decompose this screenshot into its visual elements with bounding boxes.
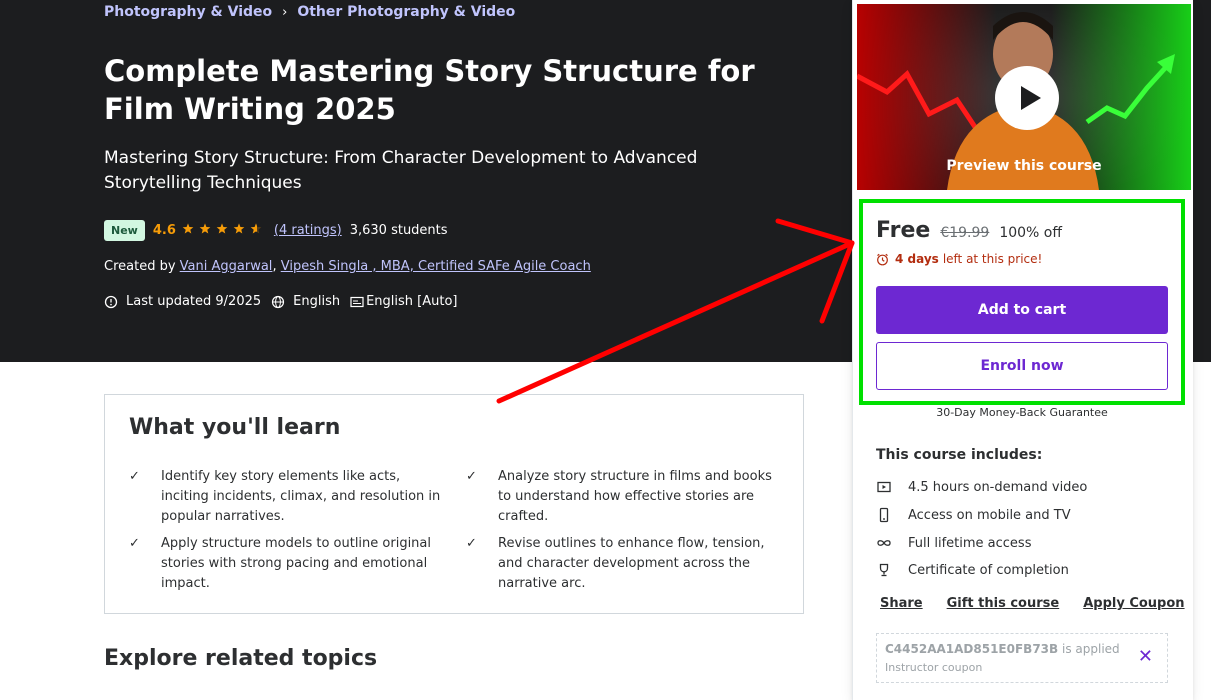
- instructor-link[interactable]: Vani Aggarwal: [180, 259, 273, 274]
- check-icon: ✓: [129, 536, 140, 551]
- original-price: €19.99: [940, 225, 990, 241]
- check-icon: ✓: [129, 469, 140, 484]
- course-captions: English [Auto]: [350, 294, 458, 309]
- last-updated: Last updated 9/2025: [104, 294, 261, 309]
- course-language: English: [271, 294, 340, 309]
- discount-percent: 100% off: [999, 225, 1062, 241]
- language-text: English: [293, 294, 341, 309]
- applied-coupon: C4452AA1AD851E0FB73B is applied Instruct…: [876, 633, 1168, 683]
- instructors-line: Created by Vani Aggarwal, Vipesh Singla …: [104, 259, 591, 274]
- coupon-type: Instructor coupon: [885, 661, 983, 674]
- includes-item: Certificate of completion: [876, 562, 1069, 578]
- rating-value: 4.6: [152, 223, 176, 238]
- explore-topics-title: Explore related topics: [104, 646, 378, 671]
- breadcrumb-item[interactable]: Photography & Video: [104, 4, 272, 20]
- current-price: Free: [876, 218, 931, 243]
- learn-item-text: Revise outlines to enhance flow, tension…: [498, 536, 765, 591]
- captions-icon: [350, 296, 364, 307]
- star-rating-icon: [182, 223, 262, 234]
- learn-item-text: Identify key story elements like acts, i…: [161, 469, 441, 524]
- breadcrumb-item[interactable]: Other Photography & Video: [297, 4, 515, 20]
- infinity-icon: [877, 540, 891, 546]
- sidebar-links: Share Gift this course Apply Coupon: [880, 596, 1185, 611]
- course-title: Complete Mastering Story Structure for F…: [104, 54, 755, 126]
- includes-item: Full lifetime access: [876, 535, 1031, 551]
- captions-text: English [Auto]: [366, 294, 458, 309]
- star-icon: [216, 223, 228, 234]
- apply-coupon-link[interactable]: Apply Coupon: [1083, 596, 1184, 611]
- course-subtitle: Mastering Story Structure: From Characte…: [104, 148, 698, 193]
- coupon-applied-text: is applied: [1062, 642, 1120, 656]
- star-icon: [182, 223, 194, 234]
- play-icon[interactable]: [995, 66, 1059, 130]
- price-timer: 4 days left at this price!: [876, 252, 1042, 266]
- what-you-learn-box: What you'll learn ✓ Identify key story e…: [104, 394, 804, 614]
- includes-item-text: Full lifetime access: [908, 535, 1032, 551]
- money-back-guarantee: 30-Day Money-Back Guarantee: [936, 406, 1108, 419]
- learn-item: ✓ Identify key story elements like acts,…: [129, 467, 441, 527]
- includes-item: Access on mobile and TV: [876, 507, 1071, 523]
- remove-coupon-icon[interactable]: ✕: [1138, 648, 1153, 666]
- learn-item: ✓ Revise outlines to enhance flow, tensi…: [466, 534, 778, 594]
- what-you-learn-title: What you'll learn: [129, 415, 341, 440]
- globe-icon: [272, 295, 285, 308]
- trophy-icon: [879, 563, 889, 577]
- video-icon: [877, 481, 891, 493]
- breadcrumb: Photography & Video › Other Photography …: [104, 4, 515, 20]
- includes-item-text: Access on mobile and TV: [908, 507, 1071, 523]
- coupon-code: C4452AA1AD851E0FB73B: [885, 642, 1059, 656]
- course-meta: Last updated 9/2025 English English [Aut…: [104, 294, 468, 309]
- includes-item-text: Certificate of completion: [908, 562, 1069, 578]
- learn-item: ✓ Analyze story structure in films and b…: [466, 467, 778, 527]
- enroll-now-button[interactable]: Enroll now: [876, 342, 1168, 390]
- check-icon: ✓: [466, 469, 477, 484]
- chevron-right-icon: ›: [282, 4, 288, 20]
- includes-item: 4.5 hours on-demand video: [876, 479, 1087, 495]
- instructor-link[interactable]: Vipesh Singla , MBA, Certified SAFe Agil…: [281, 259, 591, 274]
- course-preview[interactable]: Preview this course: [857, 4, 1191, 190]
- new-badge: New: [104, 220, 145, 241]
- coupon-line: C4452AA1AD851E0FB73B is applied: [885, 642, 1120, 656]
- share-link[interactable]: Share: [880, 596, 923, 611]
- learn-item-text: Analyze story structure in films and boo…: [498, 469, 772, 524]
- alert-badge-icon: [104, 295, 118, 308]
- rating-row: New 4.6 (4 ratings) 3,630 students: [104, 220, 448, 241]
- add-to-cart-button[interactable]: Add to cart: [876, 286, 1168, 334]
- learn-item: ✓ Apply structure models to outline orig…: [129, 534, 441, 594]
- gift-course-link[interactable]: Gift this course: [947, 596, 1060, 611]
- star-icon: [233, 223, 245, 234]
- star-icon: [250, 223, 262, 234]
- timer-text: left at this price!: [942, 252, 1043, 266]
- mobile-icon: [879, 507, 889, 523]
- preview-label: Preview this course: [946, 158, 1102, 174]
- timer-days: 4 days: [895, 252, 939, 266]
- created-by-label: Created by: [104, 259, 176, 274]
- instructor-separator: ,: [272, 259, 277, 274]
- price-row: Free €19.99 100% off: [876, 218, 1062, 243]
- check-icon: ✓: [466, 536, 477, 551]
- learn-item-text: Apply structure models to outline origin…: [161, 536, 432, 591]
- students-count: 3,630 students: [349, 223, 448, 238]
- star-icon: [199, 223, 211, 234]
- star-rating: [182, 223, 266, 238]
- alarm-clock-icon: [877, 253, 888, 265]
- ratings-count-link[interactable]: (4 ratings): [274, 223, 342, 238]
- includes-title: This course includes:: [876, 447, 1043, 463]
- last-updated-text: Last updated 9/2025: [126, 294, 262, 309]
- includes-item-text: 4.5 hours on-demand video: [908, 479, 1088, 495]
